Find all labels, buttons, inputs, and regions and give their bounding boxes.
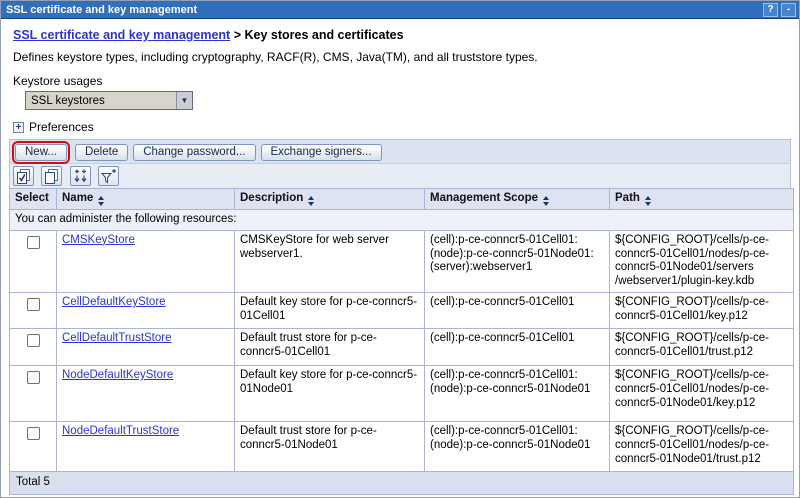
table-header-row: Select Name Description Management Scope… xyxy=(10,189,794,210)
description-cell: Default trust store for p-ce-conncr5-01N… xyxy=(235,421,425,471)
scope-cell: (cell):p-ce-conncr5-01Cell01: (node):p-c… xyxy=(425,421,610,471)
path-cell: ${CONFIG_ROOT}/cells/p-ce-conncr5-01Cell… xyxy=(610,292,794,328)
keystore-link[interactable]: NodeDefaultKeyStore xyxy=(62,369,173,381)
ssl-management-window: SSL certificate and key management ? - S… xyxy=(0,0,800,498)
keystore-usages-select[interactable]: SSL keystores ▼ xyxy=(25,91,193,110)
table-subheader-text: You can administer the following resourc… xyxy=(10,210,794,231)
sort-icon xyxy=(98,196,104,206)
row-checkbox[interactable] xyxy=(27,427,40,440)
delete-button[interactable]: Delete xyxy=(75,144,128,161)
button-band: New... Delete Change password... Exchange s… xyxy=(9,139,791,163)
description-cell: Default key store for p-ce-conncr5-01Cel… xyxy=(235,292,425,328)
window-titlebar: SSL certificate and key management ? - xyxy=(1,1,799,19)
name-cell: NodeDefaultTrustStore xyxy=(57,421,235,471)
keystores-table: Select Name Description Management Scope… xyxy=(9,188,794,495)
column-label-select: Select xyxy=(15,192,49,204)
column-label-name: Name xyxy=(62,192,93,204)
exchange-signers-button[interactable]: Exchange signers... xyxy=(261,144,382,161)
change-password-button[interactable]: Change password... xyxy=(133,144,255,161)
select-all-icon[interactable] xyxy=(13,166,34,186)
sort-icon xyxy=(645,196,651,206)
name-cell: CellDefaultKeyStore xyxy=(57,292,235,328)
row-checkbox[interactable] xyxy=(27,334,40,347)
clear-filter-icon[interactable] xyxy=(98,166,119,186)
table-row: CellDefaultKeyStore Default key store fo… xyxy=(10,292,794,328)
description-cell: CMSKeyStore for web server webserver1. xyxy=(235,230,425,292)
column-header-select: Select xyxy=(10,189,57,210)
table-row: NodeDefaultTrustStore Default trust stor… xyxy=(10,421,794,471)
keystore-usages-selected-value: SSL keystores xyxy=(26,95,176,107)
table-row: CellDefaultTrustStore Default trust stor… xyxy=(10,328,794,365)
name-cell: CMSKeyStore xyxy=(57,230,235,292)
expand-plus-icon: + xyxy=(13,122,24,133)
chevron-down-icon: ▼ xyxy=(176,92,192,109)
column-label-path: Path xyxy=(615,192,640,204)
content-area: SSL certificate and key management > Key… xyxy=(1,19,799,495)
row-checkbox[interactable] xyxy=(27,236,40,249)
scope-cell: (cell):p-ce-conncr5-01Cell01 xyxy=(425,328,610,365)
column-header-path[interactable]: Path xyxy=(610,189,794,210)
help-button[interactable]: ? xyxy=(763,3,778,17)
column-label-description: Description xyxy=(240,192,303,204)
page-description: Defines keystore types, including crypto… xyxy=(13,50,791,64)
column-header-management-scope[interactable]: Management Scope xyxy=(425,189,610,210)
breadcrumb-link-ssl-management[interactable]: SSL certificate and key management xyxy=(13,28,230,42)
name-cell: CellDefaultTrustStore xyxy=(57,328,235,365)
sort-icon xyxy=(308,196,314,206)
sort-icon xyxy=(543,196,549,206)
keystore-link[interactable]: CellDefaultTrustStore xyxy=(62,332,172,344)
preferences-toggle[interactable]: + Preferences xyxy=(13,120,791,134)
select-cell xyxy=(10,230,57,292)
deselect-all-icon[interactable] xyxy=(41,166,62,186)
description-cell: Default key store for p-ce-conncr5-01Nod… xyxy=(235,365,425,421)
total-count: Total 5 xyxy=(10,471,794,494)
keystore-usages-label: Keystore usages xyxy=(13,74,791,88)
keystore-link[interactable]: CMSKeyStore xyxy=(62,234,135,246)
table-row: CMSKeyStore CMSKeyStore for web server w… xyxy=(10,230,794,292)
name-cell: NodeDefaultKeyStore xyxy=(57,365,235,421)
table-subheader-row: You can administer the following resourc… xyxy=(10,210,794,231)
path-cell: ${CONFIG_ROOT}/cells/p-ce-conncr5-01Cell… xyxy=(610,230,794,292)
scope-cell: (cell):p-ce-conncr5-01Cell01: (node):p-c… xyxy=(425,365,610,421)
column-label-management-scope: Management Scope xyxy=(430,192,538,204)
scope-cell: (cell):p-ce-conncr5-01Cell01 xyxy=(425,292,610,328)
select-cell xyxy=(10,421,57,471)
breadcrumb: SSL certificate and key management > Key… xyxy=(13,28,791,42)
table-row: NodeDefaultKeyStore Default key store fo… xyxy=(10,365,794,421)
path-cell: ${CONFIG_ROOT}/cells/p-ce-conncr5-01Cell… xyxy=(610,421,794,471)
select-cell xyxy=(10,365,57,421)
table-footer-row: Total 5 xyxy=(10,471,794,494)
keystore-usages-section: Keystore usages SSL keystores ▼ xyxy=(13,74,791,110)
icon-band xyxy=(9,163,791,188)
path-cell: ${CONFIG_ROOT}/cells/p-ce-conncr5-01Cell… xyxy=(610,328,794,365)
select-cell xyxy=(10,292,57,328)
preferences-label: Preferences xyxy=(29,120,94,134)
breadcrumb-separator: > xyxy=(230,28,244,42)
keystore-link[interactable]: NodeDefaultTrustStore xyxy=(62,425,179,437)
column-header-name[interactable]: Name xyxy=(57,189,235,210)
show-filter-icon[interactable] xyxy=(70,166,91,186)
keystore-link[interactable]: CellDefaultKeyStore xyxy=(62,296,166,308)
new-button[interactable]: New... xyxy=(15,144,67,161)
scope-cell: (cell):p-ce-conncr5-01Cell01: (node):p-c… xyxy=(425,230,610,292)
path-cell: ${CONFIG_ROOT}/cells/p-ce-conncr5-01Cell… xyxy=(610,365,794,421)
row-checkbox[interactable] xyxy=(27,298,40,311)
description-cell: Default trust store for p-ce-conncr5-01C… xyxy=(235,328,425,365)
row-checkbox[interactable] xyxy=(27,371,40,384)
table-toolbar: New... Delete Change password... Exchange s… xyxy=(9,139,791,495)
breadcrumb-current: Key stores and certificates xyxy=(244,28,403,42)
select-cell xyxy=(10,328,57,365)
window-title: SSL certificate and key management xyxy=(6,4,760,16)
column-header-description[interactable]: Description xyxy=(235,189,425,210)
minimize-button[interactable]: - xyxy=(781,3,796,17)
